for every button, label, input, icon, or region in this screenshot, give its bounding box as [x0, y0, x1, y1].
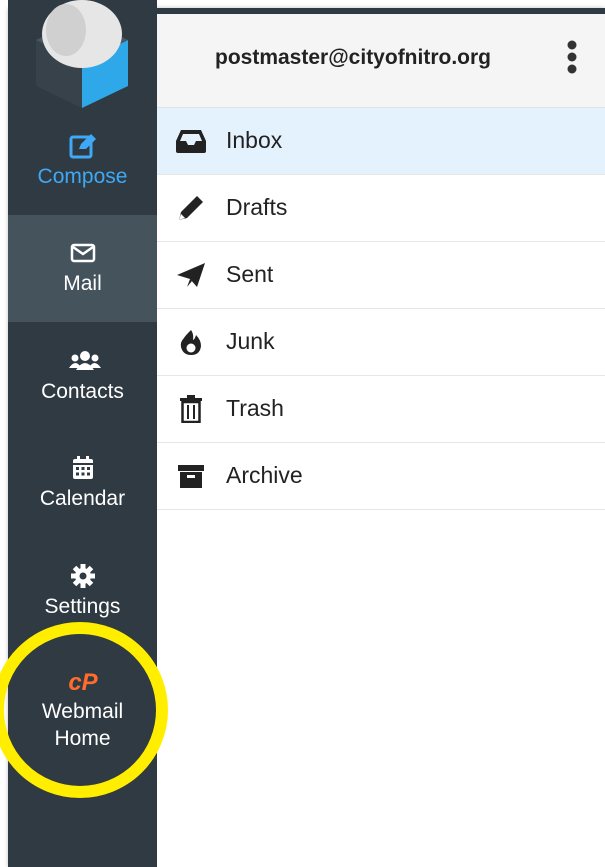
folder-label: Inbox — [226, 127, 283, 153]
envelope-icon — [69, 240, 97, 266]
archive-box-icon — [175, 462, 207, 490]
folder-drafts[interactable]: Drafts — [157, 175, 605, 242]
gear-icon — [69, 563, 97, 589]
sidebar-item-label: Contacts — [41, 380, 124, 403]
sidebar-item-label-line2: Home — [54, 727, 111, 750]
folder-label: Drafts — [226, 194, 288, 220]
sidebar-item-label: Compose — [37, 165, 128, 188]
folder-inbox[interactable]: Inbox — [157, 108, 605, 175]
folder-label: Trash — [226, 395, 284, 421]
folder-label: Sent — [226, 261, 274, 287]
users-icon — [68, 348, 101, 374]
account-header: postmaster@cityofnitro.org — [157, 14, 605, 108]
pencil-icon — [175, 194, 207, 222]
more-options-icon[interactable] — [565, 38, 579, 78]
folder-sent[interactable]: Sent — [157, 242, 605, 309]
paper-plane-icon — [175, 261, 207, 289]
svg-text:cP: cP — [68, 669, 98, 696]
sidebar-item-settings[interactable]: Settings — [8, 538, 157, 645]
sidebar-item-compose[interactable]: Compose — [8, 108, 157, 215]
folder-list: Inbox Drafts Sent Junk Trash Archive — [157, 108, 605, 510]
sidebar-item-label: Settings — [44, 595, 121, 618]
folder-label: Archive — [226, 462, 303, 488]
folder-trash[interactable]: Trash — [157, 376, 605, 443]
sidebar-item-label: Mail — [63, 272, 102, 295]
sidebar-item-contacts[interactable]: Contacts — [8, 323, 157, 430]
sidebar-item-label: Calendar — [39, 487, 126, 510]
folder-panel: postmaster@cityofnitro.org Inbox Drafts … — [157, 14, 605, 867]
account-email: postmaster@cityofnitro.org — [215, 46, 492, 69]
inbox-tray-icon — [175, 127, 207, 155]
cpanel-logo-icon: cP — [63, 668, 103, 696]
folder-junk[interactable]: Junk — [157, 309, 605, 376]
folder-label: Junk — [226, 328, 275, 354]
pencil-square-icon — [69, 133, 97, 159]
folder-archive[interactable]: Archive — [157, 443, 605, 510]
sidebar-item-calendar[interactable]: Calendar — [8, 430, 157, 537]
sidebar-item-label-line1: Webmail — [41, 700, 124, 723]
calendar-icon — [69, 455, 97, 481]
sidebar: Compose Mail Contacts Calendar Settings … — [8, 0, 157, 867]
sidebar-item-mail[interactable]: Mail — [8, 215, 157, 322]
fire-icon — [175, 328, 207, 356]
sidebar-item-webmail-home[interactable]: cP Webmail Home — [8, 645, 157, 775]
trash-icon — [175, 395, 207, 424]
roundcube-logo[interactable] — [8, 0, 157, 108]
